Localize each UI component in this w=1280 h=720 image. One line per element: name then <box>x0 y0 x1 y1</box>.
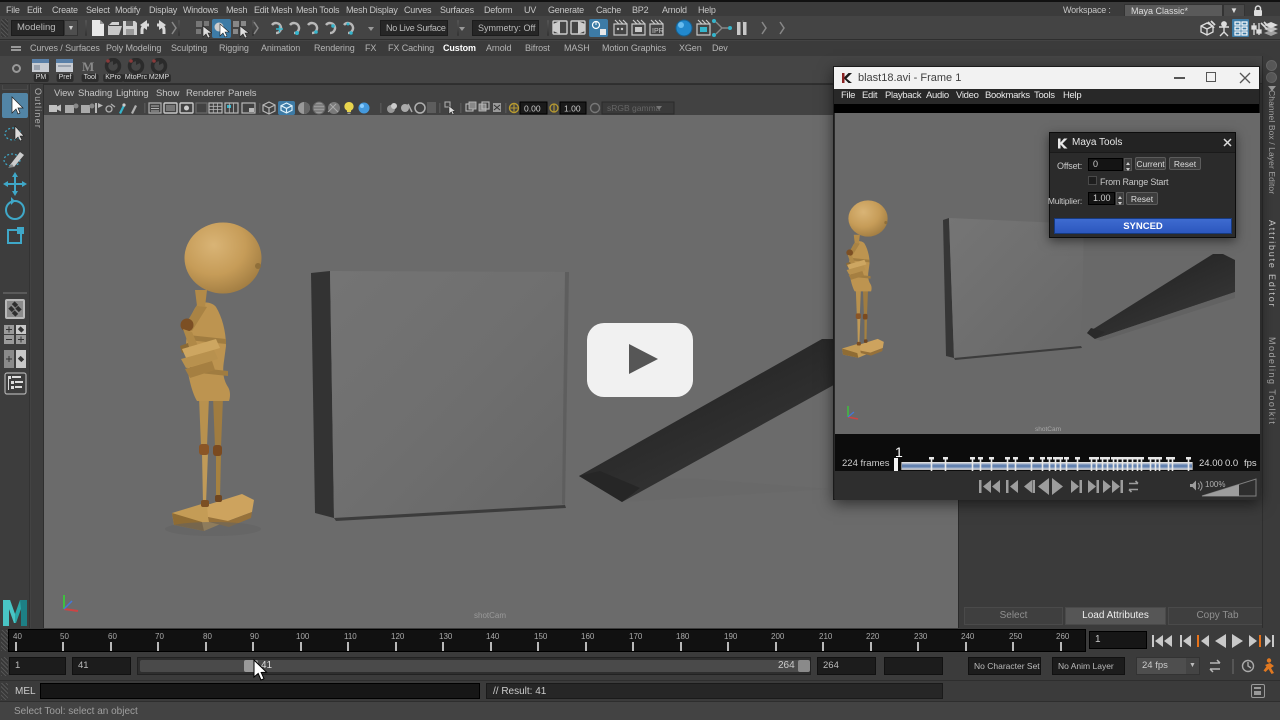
svg-text:IPR: IPR <box>652 28 664 35</box>
svg-text:shotCam: shotCam <box>1035 426 1061 433</box>
svg-text:0.00: 0.00 <box>524 104 541 114</box>
svg-text:100%: 100% <box>1205 480 1225 489</box>
svg-text:sRGB gamma: sRGB gamma <box>607 103 661 113</box>
svg-text:M: M <box>82 59 94 74</box>
svg-text:1.00: 1.00 <box>564 104 581 114</box>
